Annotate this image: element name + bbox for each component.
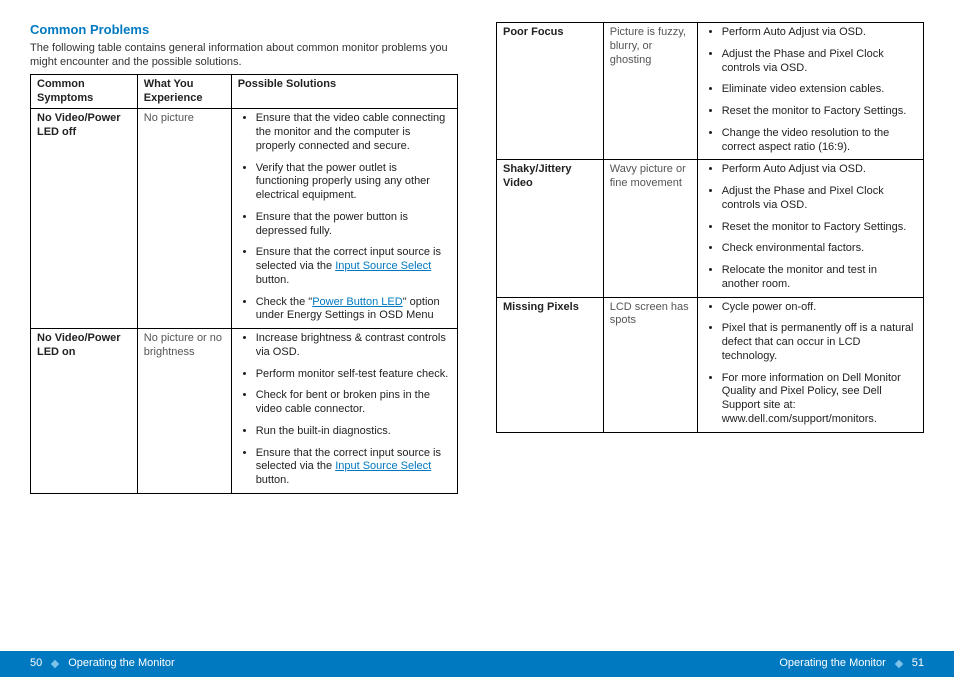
- table-row: Poor FocusPicture is fuzzy, blurry, or g…: [497, 23, 924, 160]
- table-row: No Video/Power LED offNo picture Ensure t…: [31, 109, 458, 329]
- solution-item: Ensure that the power button is depresse…: [256, 211, 451, 239]
- solution-item: Perform Auto Adjust via OSD.: [722, 163, 917, 177]
- footer-section-right: Operating the Monitor: [779, 657, 885, 671]
- page-body: Common Problems The following table cont…: [0, 0, 954, 640]
- solution-item: Relocate the monitor and test in another…: [722, 264, 917, 292]
- right-column: Poor FocusPicture is fuzzy, blurry, or g…: [496, 22, 924, 640]
- cell-experience: LCD screen has spots: [603, 297, 697, 432]
- footer-left: 50 Operating the Monitor: [0, 657, 477, 671]
- doc-link[interactable]: Input Source Select: [335, 460, 431, 472]
- solution-item: Adjust the Phase and Pixel Clock control…: [722, 185, 917, 213]
- solution-item: Eliminate video extension cables.: [722, 83, 917, 97]
- footer-section-left: Operating the Monitor: [68, 657, 174, 671]
- solution-list: Perform Auto Adjust via OSD. Adjust the P…: [704, 163, 917, 291]
- problems-table-left: Common Symptoms What You Experience Poss…: [30, 74, 458, 494]
- solution-item: Ensure that the correct input source is …: [256, 246, 451, 287]
- col-solutions: Possible Solutions: [231, 74, 457, 109]
- solution-item: Perform monitor self-test feature check.: [256, 368, 451, 382]
- cell-symptom: Shaky/Jittery Video: [497, 160, 604, 297]
- solution-item: Check environmental factors.: [722, 242, 917, 256]
- solution-item: Reset the monitor to Factory Settings.: [722, 105, 917, 119]
- col-experience: What You Experience: [137, 74, 231, 109]
- page-number-right: 51: [912, 657, 924, 671]
- table-body-left: No Video/Power LED offNo picture Ensure t…: [31, 109, 458, 494]
- cell-symptom: Missing Pixels: [497, 297, 604, 432]
- section-heading: Common Problems: [30, 22, 458, 38]
- cell-experience: Wavy picture or fine movement: [603, 160, 697, 297]
- cell-solutions: Ensure that the video cable connecting t…: [231, 109, 457, 329]
- cell-symptom: No Video/Power LED on: [31, 329, 138, 494]
- cell-experience: No picture or no brightness: [137, 329, 231, 494]
- table-body-right: Poor FocusPicture is fuzzy, blurry, or g…: [497, 23, 924, 433]
- intro-paragraph: The following table contains general inf…: [30, 42, 458, 70]
- solution-item: Increase brightness & contrast controls …: [256, 332, 451, 360]
- cell-solutions: Cycle power on-off. Pixel that is permane…: [697, 297, 923, 432]
- solution-item: Check the "Power Button LED" option unde…: [256, 296, 451, 324]
- solution-list: Increase brightness & contrast controls …: [238, 332, 451, 488]
- solution-item: Reset the monitor to Factory Settings.: [722, 221, 917, 235]
- diamond-icon: [895, 660, 903, 668]
- solution-item: Run the built-in diagnostics.: [256, 425, 451, 439]
- solution-list: Perform Auto Adjust via OSD. Adjust the P…: [704, 26, 917, 154]
- solution-item: Adjust the Phase and Pixel Clock control…: [722, 48, 917, 76]
- table-row: Shaky/Jittery VideoWavy picture or fine …: [497, 160, 924, 297]
- table-row: No Video/Power LED onNo picture or no br…: [31, 329, 458, 494]
- cell-experience: Picture is fuzzy, blurry, or ghosting: [603, 23, 697, 160]
- cell-solutions: Perform Auto Adjust via OSD. Adjust the P…: [697, 160, 923, 297]
- solution-item: Ensure that the video cable connecting t…: [256, 112, 451, 153]
- cell-symptom: Poor Focus: [497, 23, 604, 160]
- col-symptoms: Common Symptoms: [31, 74, 138, 109]
- solution-item: Verify that the power outlet is function…: [256, 162, 451, 203]
- page-number-left: 50: [30, 657, 42, 671]
- solution-item: Pixel that is permanently off is a natur…: [722, 322, 917, 363]
- solution-list: Cycle power on-off. Pixel that is permane…: [704, 301, 917, 427]
- solution-item: Ensure that the correct input source is …: [256, 447, 451, 488]
- cell-experience: No picture: [137, 109, 231, 329]
- table-header-row: Common Symptoms What You Experience Poss…: [31, 74, 458, 109]
- solution-item: Change the video resolution to the corre…: [722, 127, 917, 155]
- left-column: Common Problems The following table cont…: [30, 22, 458, 640]
- problems-table-right: Poor FocusPicture is fuzzy, blurry, or g…: [496, 22, 924, 433]
- solution-list: Ensure that the video cable connecting t…: [238, 112, 451, 323]
- cell-symptom: No Video/Power LED off: [31, 109, 138, 329]
- table-row: Missing PixelsLCD screen has spotsCycle …: [497, 297, 924, 432]
- cell-solutions: Perform Auto Adjust via OSD. Adjust the P…: [697, 23, 923, 160]
- diamond-icon: [51, 660, 59, 668]
- solution-item: For more information on Dell Monitor Qua…: [722, 372, 917, 427]
- cell-solutions: Increase brightness & contrast controls …: [231, 329, 457, 494]
- doc-link[interactable]: Power Button LED: [312, 296, 403, 308]
- footer-right: Operating the Monitor 51: [477, 657, 954, 671]
- solution-item: Cycle power on-off.: [722, 301, 917, 315]
- doc-link[interactable]: Input Source Select: [335, 260, 431, 272]
- solution-item: Check for bent or broken pins in the vid…: [256, 389, 451, 417]
- page-footer: 50 Operating the Monitor Operating the M…: [0, 651, 954, 677]
- solution-item: Perform Auto Adjust via OSD.: [722, 26, 917, 40]
